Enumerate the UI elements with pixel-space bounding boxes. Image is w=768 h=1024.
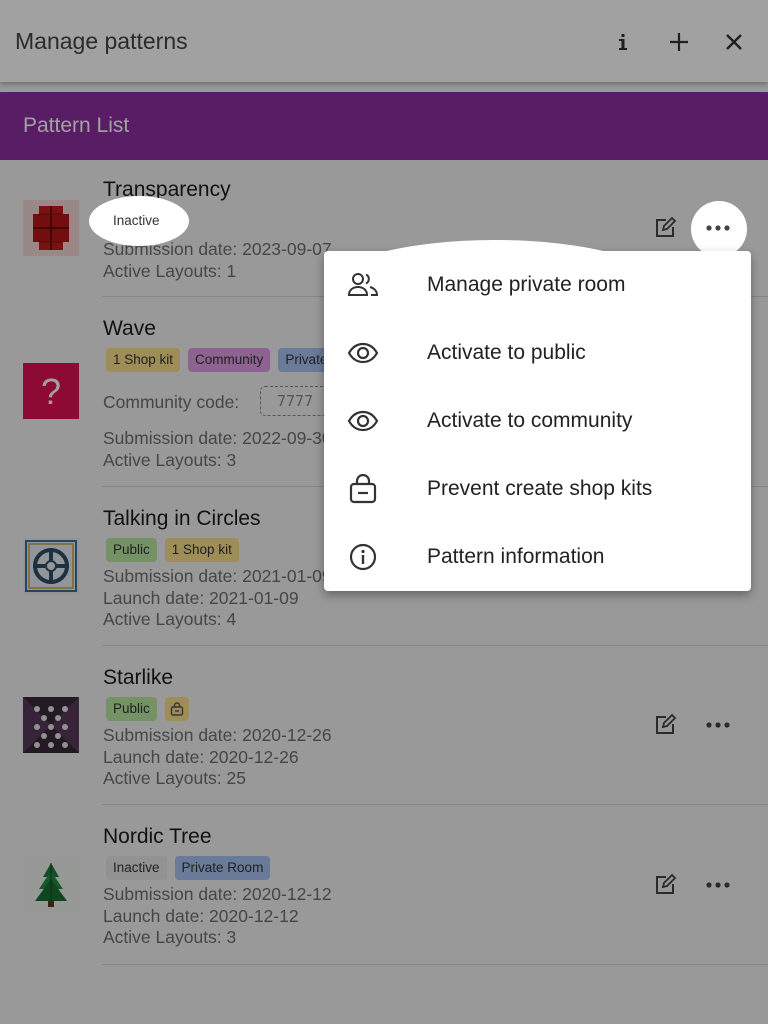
menu-item-activate-community[interactable]: Activate to community <box>324 387 751 455</box>
menu-item-label: Activate to public <box>427 341 586 364</box>
menu-item-pattern-information[interactable]: Pattern information <box>324 523 751 591</box>
eye-icon <box>346 336 380 370</box>
menu-item-label: Pattern information <box>427 545 605 568</box>
info-circle-icon <box>346 540 380 574</box>
highlighted-menu-item-manage-private-room[interactable]: Manage private room <box>326 251 664 319</box>
highlighted-status-badge: Inactive <box>113 213 160 228</box>
lock-icon <box>346 472 380 506</box>
more-horizontal-icon <box>706 225 730 231</box>
menu-item-label: Activate to community <box>427 409 633 432</box>
menu-item-label: Manage private room <box>427 273 626 296</box>
menu-item-prevent-shop-kits[interactable]: Prevent create shop kits <box>324 455 751 523</box>
more-options-button-active[interactable] <box>698 208 738 248</box>
menu-item-label: Prevent create shop kits <box>427 477 653 500</box>
people-icon <box>346 268 380 302</box>
eye-icon <box>346 404 380 438</box>
